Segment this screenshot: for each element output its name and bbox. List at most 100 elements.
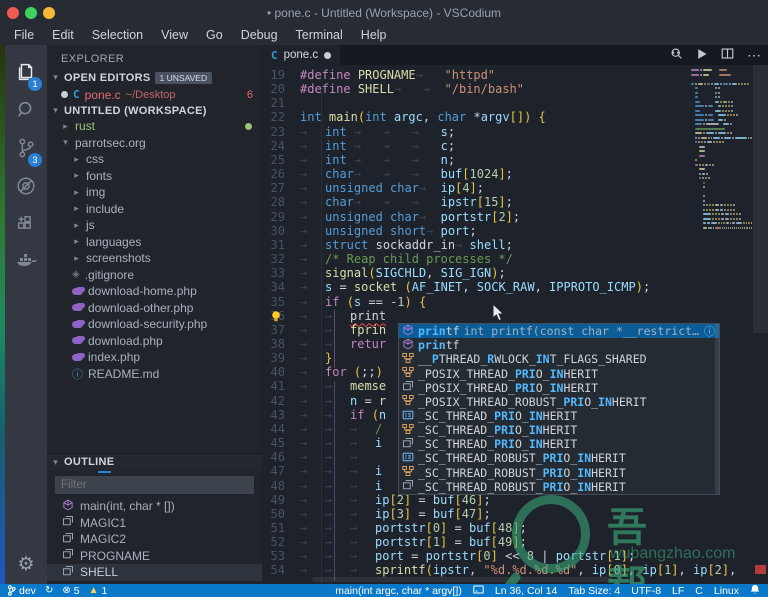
code-line[interactable]: 26 → char→ → → buf[1024]; [262, 167, 692, 181]
minimap[interactable] [691, 68, 753, 230]
split-editor-icon[interactable] [721, 47, 734, 63]
tree-item-fonts[interactable]: ▸ fonts [47, 168, 262, 185]
notifications-bell-icon[interactable] [750, 584, 760, 597]
tree-item-js[interactable]: ▸ js [47, 217, 262, 234]
code-line[interactable]: 32 →/* Reap child processes */ [262, 252, 692, 266]
open-editor-pone-c[interactable]: C pone.c ~/Desktop 6 [47, 86, 262, 103]
menu-file[interactable]: File [5, 26, 43, 45]
code-line[interactable]: 24 → int → → → c; [262, 139, 692, 153]
suggest-item[interactable]: _SC_THREAD_PRIO_INHERIT [399, 437, 719, 451]
tree-item-readme-md[interactable]: ⓘ README.md [47, 366, 262, 383]
tree-item-download-home-php[interactable]: download-home.php [47, 283, 262, 300]
outline-item-main-int-char-[interactable]: main(int, char * []) [47, 498, 262, 515]
explorer-icon[interactable]: 1 [5, 55, 47, 91]
code-line[interactable]: 52 → → → portstr[1] = buf[49]; [262, 535, 692, 549]
code-line[interactable]: 34 → s = socket (AF_INET, SOCK_RAW, IPPROT… [262, 280, 692, 294]
suggest-item[interactable]: printf [399, 338, 719, 352]
menu-selection[interactable]: Selection [83, 26, 152, 45]
tree-item-screenshots[interactable]: ▸ screenshots [47, 250, 262, 267]
outline-item-magic1[interactable]: MAGIC1 [47, 515, 262, 532]
workspace-section[interactable]: ▾ UNTITLED (WORKSPACE) [47, 102, 262, 119]
code-line[interactable]: 29 → unsigned char→ portstr[2]; [262, 210, 692, 224]
code-line[interactable]: 20 #define SHELL→ → "/bin/bash" [262, 82, 692, 96]
menu-help[interactable]: Help [352, 26, 396, 45]
scrollbar-thumb[interactable] [753, 65, 768, 333]
extensions-icon[interactable] [5, 207, 47, 241]
warnings-indicator[interactable]: ▲ 1 [89, 585, 108, 597]
menu-go[interactable]: Go [197, 26, 232, 45]
open-editors-section[interactable]: ▾ OPEN EDITORS 1 UNSAVED [47, 69, 262, 86]
outline-item-magic2[interactable]: MAGIC2 [47, 531, 262, 548]
code-line[interactable]: 25 → int → → → n; [262, 153, 692, 167]
settings-gear-icon[interactable]: ⚙ [5, 553, 47, 576]
code-line[interactable]: 51 → → → portstr[0] = buf[48]; [262, 521, 692, 535]
search-icon[interactable] [5, 93, 47, 127]
suggest-item[interactable]: printf int printf(const char *__restrict… [399, 324, 719, 339]
tree-item-download-other-php[interactable]: download-other.php [47, 300, 262, 317]
tree-item-download-security-php[interactable]: download-security.php [47, 316, 262, 333]
menu-edit[interactable]: Edit [43, 26, 83, 45]
suggest-item[interactable]: _SC_THREAD_ROBUST_PRIO_INHERIT [399, 451, 719, 465]
code-line[interactable]: 22 int main(int argc, char *argv[]) { [262, 110, 692, 124]
code-area[interactable]: 19 #define PROGNAME→ "httpd" 20 #define SHE… [262, 65, 768, 584]
tree-item-languages[interactable]: ▸ languages [47, 234, 262, 251]
errors-indicator[interactable]: ⊗ 5 [62, 585, 79, 597]
outline-section-header[interactable]: ▾ OUTLINE [47, 453, 262, 470]
suggest-item[interactable]: _SC_THREAD_PRIO_INHERIT [399, 423, 719, 437]
encoding[interactable]: UTF-8 [631, 585, 661, 597]
source-control-icon[interactable]: 3 [5, 131, 47, 167]
eol-indicator[interactable]: LF [672, 585, 684, 597]
open-changes-icon[interactable] [670, 47, 683, 63]
outline-filter-input[interactable] [55, 476, 254, 494]
tab-size[interactable]: Tab Size: 4 [568, 585, 620, 597]
tree-item-parrotsec-org[interactable]: ▾ parrotsec.org [47, 135, 262, 152]
tree-item-index-php[interactable]: index.php [47, 349, 262, 366]
menu-terminal[interactable]: Terminal [287, 26, 352, 45]
suggest-item[interactable]: _SC_THREAD_ROBUST_PRIO_INHERIT [399, 480, 719, 494]
menu-debug[interactable]: Debug [232, 26, 287, 45]
code-line[interactable]: 23 → int → → → s; [262, 125, 692, 139]
tree-item--gitignore[interactable]: ◈ .gitignore [47, 267, 262, 284]
docker-icon[interactable] [5, 245, 47, 279]
feedback-icon[interactable] [473, 584, 484, 597]
vertical-scrollbar[interactable] [753, 65, 768, 584]
tab-modified-dot-icon[interactable] [324, 51, 332, 59]
code-line[interactable]: 30 → unsigned short→ port; [262, 224, 692, 238]
code-line[interactable]: 28 → char→ → → ipstr[15]; [262, 195, 692, 209]
info-icon[interactable]: ⓘ [704, 324, 715, 338]
suggest-item[interactable]: __PTHREAD_RWLOCK_INT_FLAGS_SHARED [399, 352, 719, 366]
lightbulb-icon[interactable] [270, 310, 282, 328]
code-line[interactable]: 27 → unsigned char→ ip[4]; [262, 181, 692, 195]
suggest-item[interactable]: _SC_THREAD_PRIO_INHERIT [399, 409, 719, 423]
menu-view[interactable]: View [152, 26, 197, 45]
tree-item-css[interactable]: ▸ css [47, 151, 262, 168]
outline-item-progname[interactable]: PROGNAME [47, 548, 262, 565]
title-bar[interactable]: • pone.c - Untitled (Workspace) - VSCodi… [0, 0, 768, 26]
code-line[interactable]: 31 → struct sockaddr_in→ shell; [262, 238, 692, 252]
language-mode[interactable]: C [695, 585, 703, 597]
symbol-context[interactable]: main(int argc, char * argv[]) [335, 585, 462, 597]
suggest-scrollbar[interactable] [715, 324, 719, 494]
tab-pone-c[interactable]: C pone.c [262, 45, 341, 65]
tree-item-include[interactable]: ▸ include [47, 201, 262, 218]
tree-item-download-php[interactable]: download.php [47, 333, 262, 350]
suggest-item[interactable]: _POSIX_THREAD_PRIO_INHERIT [399, 381, 719, 395]
code-line[interactable]: 36→→print [262, 309, 692, 323]
code-line[interactable]: 35 → if (s == -1) { [262, 295, 692, 309]
horizontal-scrollbar[interactable] [312, 577, 612, 582]
suggest-item[interactable]: _SC_THREAD_ROBUST_PRIO_INHERIT [399, 466, 719, 480]
cursor-position[interactable]: Ln 36, Col 14 [495, 585, 557, 597]
suggest-item[interactable]: _POSIX_THREAD_ROBUST_PRIO_INHERIT [399, 395, 719, 409]
code-line[interactable]: 53 → → → port = portstr[0] << 8 | portstr[1]… [262, 549, 692, 563]
code-line[interactable]: 21 [262, 96, 692, 110]
more-actions-icon[interactable]: ⋯ [747, 47, 762, 64]
sync-icon[interactable]: ↻ [45, 585, 53, 596]
code-line[interactable]: 50 → → → ip[3] = buf[47]; [262, 507, 692, 521]
code-line[interactable]: 19 #define PROGNAME→ "httpd" [262, 68, 692, 82]
run-icon[interactable] [696, 48, 708, 63]
debug-icon[interactable] [5, 169, 47, 203]
code-line[interactable]: 54 → → → sprintf(ipstr, "%d.%d.%d.%d", ip[0]… [262, 563, 737, 577]
suggest-item[interactable]: _POSIX_THREAD_PRIO_INHERIT [399, 366, 719, 381]
tree-item-img[interactable]: ▸ img [47, 184, 262, 201]
branch-indicator[interactable]: dev [7, 585, 36, 597]
